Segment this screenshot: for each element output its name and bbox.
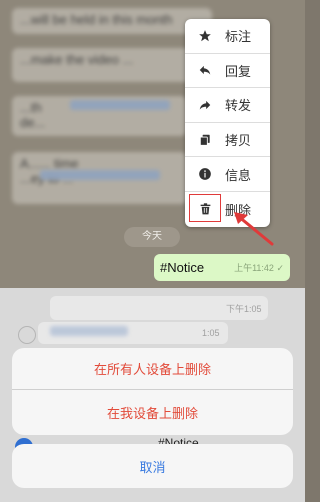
dimmed-time: 下午1:05	[226, 304, 262, 314]
dimmed-time: 1:05	[202, 328, 220, 338]
cancel-button[interactable]: 取消	[12, 444, 293, 488]
chat-message[interactable]: ...make the video ...	[12, 48, 202, 82]
dimmed-checkbox	[18, 326, 36, 344]
read-check-icon: ✓	[276, 263, 284, 273]
menu-item-info[interactable]: 信息	[185, 157, 270, 192]
chat-message-text: ...make the video ...	[20, 52, 134, 67]
redacted-block	[70, 100, 170, 110]
highlight-box	[189, 193, 221, 222]
menu-item-label: 回复	[225, 63, 252, 79]
chat-message-text: ...will be held in this month	[20, 12, 173, 27]
menu-item-forward[interactable]: 转发	[185, 88, 270, 123]
chat-message-text: A...... time	[20, 156, 79, 171]
message-context-menu: 标注 回复 转发 拷贝 信息 删除	[185, 19, 270, 227]
message-meta: 上午11:42 ✓	[234, 261, 284, 274]
chat-message-text: de...	[20, 115, 46, 130]
redacted-block	[50, 326, 128, 336]
copy-icon	[185, 133, 225, 147]
menu-item-star[interactable]: 标注	[185, 19, 270, 54]
selected-message-bubble[interactable]: #Notice 上午11:42 ✓	[154, 254, 290, 281]
menu-item-reply[interactable]: 回复	[185, 54, 270, 89]
message-text: #Notice	[160, 260, 205, 275]
menu-item-label: 拷贝	[225, 133, 252, 149]
annotation-arrow-icon	[234, 212, 274, 246]
chat-panel-bottom: 下午1:05 1:05 #Notice 在所有人设备上删除 在我设备上删除 取消	[0, 288, 305, 502]
reply-icon	[185, 63, 225, 77]
chat-message-text: ...th	[20, 100, 42, 115]
info-icon	[185, 167, 225, 181]
delete-options-sheet: 在所有人设备上删除 在我设备上删除	[12, 348, 293, 435]
redacted-block	[40, 170, 160, 180]
forward-icon	[185, 98, 225, 112]
menu-item-label: 转发	[225, 98, 252, 114]
menu-item-label: 信息	[225, 167, 252, 183]
chat-message[interactable]: ...will be held in this month	[12, 8, 212, 34]
delete-for-me-button[interactable]: 在我设备上删除	[12, 390, 293, 435]
chat-panel-top: ...will be held in this month ...make th…	[0, 0, 305, 288]
menu-item-label: 标注	[225, 29, 252, 45]
cancel-sheet: 取消	[12, 444, 293, 488]
message-time: 上午11:42	[234, 263, 274, 273]
date-separator: 今天	[124, 227, 180, 247]
delete-for-everyone-button[interactable]: 在所有人设备上删除	[12, 348, 293, 389]
menu-item-copy[interactable]: 拷贝	[185, 123, 270, 158]
star-icon	[185, 29, 225, 43]
